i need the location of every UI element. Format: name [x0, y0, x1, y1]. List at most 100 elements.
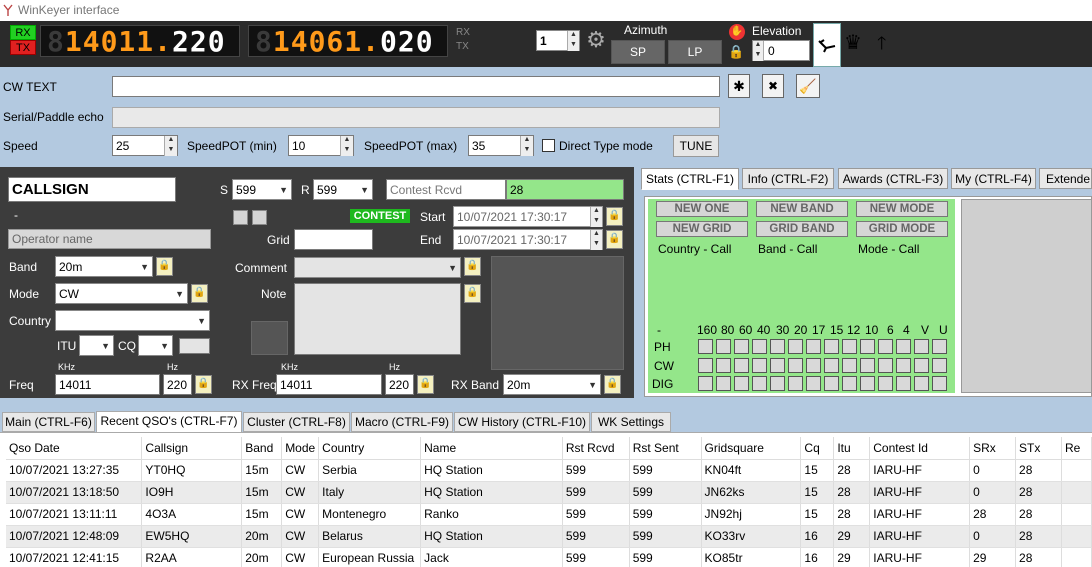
speed-down-icon[interactable]: ▼: [164, 146, 177, 156]
speedpot-min-up-icon[interactable]: ▲: [340, 136, 353, 146]
col-mode[interactable]: Mode: [281, 437, 320, 460]
stop-hand-icon[interactable]: ✋: [729, 24, 745, 40]
clear-icon[interactable]: ✖: [762, 74, 784, 98]
tab-cw-history[interactable]: CW History (CTRL-F10): [454, 412, 590, 432]
spin-up-icon[interactable]: ▲: [567, 31, 579, 41]
freq-hz-input[interactable]: 220: [163, 374, 192, 395]
rst-sent-select[interactable]: 599 ▼: [232, 179, 292, 200]
rx-band-select[interactable]: 20m ▼: [503, 374, 601, 395]
mode-select[interactable]: CW ▼: [55, 283, 188, 304]
spin-down-icon[interactable]: ▼: [567, 41, 579, 51]
callsign-input[interactable]: CALLSIGN: [8, 177, 176, 202]
tab-awards[interactable]: Awards (CTRL-F3): [838, 168, 948, 189]
col-gridsquare[interactable]: Gridsquare: [701, 437, 802, 460]
cw-text-input[interactable]: [112, 76, 720, 97]
comment-lock-icon[interactable]: 🔒: [464, 257, 481, 276]
rst-rcvd-select[interactable]: 599 ▼: [313, 179, 373, 200]
rx-freq-khz-input[interactable]: 14011: [276, 374, 382, 395]
speedpot-max-input[interactable]: 35 ▲ ▼: [468, 135, 534, 156]
rx-band-lock-icon[interactable]: 🔒: [604, 375, 621, 394]
tab-main[interactable]: Main (CTRL-F6): [2, 412, 95, 432]
tab-my[interactable]: My (CTRL-F4): [951, 168, 1036, 189]
col-cq[interactable]: Cq: [800, 437, 835, 460]
col-re[interactable]: Re: [1061, 437, 1092, 460]
col-contest-id[interactable]: Contest Id: [869, 437, 971, 460]
col-itu[interactable]: Itu: [833, 437, 871, 460]
cq-extra-field[interactable]: [179, 338, 210, 354]
table-row[interactable]: 10/07/2021 12:48:09 EW5HQ 20m CW Belarus HQ S…: [6, 525, 1092, 548]
end-down-icon[interactable]: ▼: [590, 240, 602, 250]
elevation-up-icon[interactable]: ▲: [753, 41, 764, 51]
comment-select[interactable]: ▼: [294, 257, 461, 278]
vfo-b-display[interactable]: 8 1406 1. 020: [248, 25, 448, 58]
col-country[interactable]: Country: [318, 437, 422, 460]
gear-icon[interactable]: ⚙: [584, 28, 608, 52]
speedpot-min-label: SpeedPOT (min): [187, 139, 277, 153]
broom-icon[interactable]: 🧹: [796, 74, 820, 98]
col-band[interactable]: Band: [241, 437, 283, 460]
col-name[interactable]: Name: [420, 437, 563, 460]
tab-extended[interactable]: Extende: [1039, 168, 1092, 189]
end-up-icon[interactable]: ▲: [590, 230, 602, 240]
step-spinner[interactable]: 1 ▲ ▼: [536, 30, 580, 51]
tab-recent-qsos[interactable]: Recent QSO's (CTRL-F7): [96, 411, 242, 432]
tab-wk-settings[interactable]: WK Settings: [591, 412, 671, 432]
crown-icon[interactable]: ♛: [844, 30, 862, 55]
col-rst-sent[interactable]: Rst Sent: [629, 437, 702, 460]
table-row[interactable]: 10/07/2021 13:27:35 YT0HQ 15m CW Serbia HQ St…: [6, 459, 1092, 482]
start-down-icon[interactable]: ▼: [590, 217, 602, 227]
lp-button[interactable]: LP: [668, 40, 722, 64]
table-cell: IARU-HF: [869, 481, 971, 504]
table-row[interactable]: 10/07/2021 13:11:11 4O3A 15m CW Montenegro Ra…: [6, 503, 1092, 526]
col-callsign[interactable]: Callsign: [141, 437, 243, 460]
speed-up-icon[interactable]: ▲: [164, 136, 177, 146]
rx-freq-hz-input[interactable]: 220: [385, 374, 414, 395]
tune-button[interactable]: TUNE: [673, 135, 719, 157]
direct-type-checkbox[interactable]: [542, 139, 555, 152]
arrow-up-icon[interactable]: 🡑: [877, 31, 886, 61]
note-textarea[interactable]: [294, 283, 461, 355]
table-row[interactable]: 10/07/2021 12:41:15 R2AA 20m CW European Rus…: [6, 547, 1092, 567]
col-srx[interactable]: SRx: [969, 437, 1017, 460]
end-datetime[interactable]: 10/07/2021 17:30:17 ▲ ▼: [453, 229, 603, 250]
cq-select[interactable]: ▼: [138, 335, 173, 356]
start-lock-icon[interactable]: 🔒: [606, 207, 623, 226]
band-select[interactable]: 20m ▼: [55, 256, 153, 277]
tab-stats[interactable]: Stats (CTRL-F1): [641, 168, 739, 190]
speed-input[interactable]: 25 ▲ ▼: [112, 135, 178, 156]
tab-macro[interactable]: Macro (CTRL-F9): [351, 412, 453, 432]
freq-khz-input[interactable]: 14011: [55, 374, 160, 395]
tab-info[interactable]: Info (CTRL-F2): [742, 168, 834, 189]
country-select[interactable]: ▼: [55, 310, 210, 331]
mode-lock-icon[interactable]: 🔒: [191, 284, 208, 303]
rx-freq-lock-icon[interactable]: 🔒: [417, 375, 434, 394]
contest-rcvd-value[interactable]: 28: [506, 179, 624, 200]
speedpot-min-input[interactable]: 10 ▲ ▼: [288, 135, 354, 156]
mode-row-cw: CW: [654, 359, 674, 373]
tab-cluster[interactable]: Cluster (CTRL-F8): [243, 412, 350, 432]
note-lock-icon[interactable]: 🔒: [464, 284, 481, 303]
start-datetime[interactable]: 10/07/2021 17:30:17 ▲ ▼: [453, 206, 603, 227]
operator-name-input[interactable]: Operator name: [8, 229, 211, 249]
col-qso-date[interactable]: Qso Date: [6, 437, 143, 460]
sp-button[interactable]: SP: [611, 40, 665, 64]
grid-input[interactable]: [294, 229, 373, 250]
vfo-a-display[interactable]: 8 1401 1. 220: [40, 25, 240, 58]
antenna-icon[interactable]: [813, 23, 841, 67]
contest-rcvd-input[interactable]: Contest Rcvd: [386, 179, 506, 200]
start-up-icon[interactable]: ▲: [590, 207, 602, 217]
elevation-spinner[interactable]: ▲ ▼ 0: [752, 40, 810, 61]
lock-icon[interactable]: 🔒: [728, 44, 744, 60]
speedpot-max-up-icon[interactable]: ▲: [520, 136, 533, 146]
end-lock-icon[interactable]: 🔒: [606, 230, 623, 249]
band-lock-icon[interactable]: 🔒: [156, 257, 173, 276]
itu-select[interactable]: ▼: [79, 335, 114, 356]
col-rst-rcvd[interactable]: Rst Rcvd: [562, 437, 630, 460]
antenna-send-icon[interactable]: ✱: [728, 74, 750, 98]
freq-lock-icon[interactable]: 🔒: [195, 375, 212, 394]
elevation-down-icon[interactable]: ▼: [753, 51, 764, 61]
speedpot-min-down-icon[interactable]: ▼: [340, 146, 353, 156]
table-row[interactable]: 10/07/2021 13:18:50 IO9H 15m CW Italy HQ Stat…: [6, 481, 1092, 504]
col-stx[interactable]: STx: [1015, 437, 1062, 460]
speedpot-max-down-icon[interactable]: ▼: [520, 146, 533, 156]
